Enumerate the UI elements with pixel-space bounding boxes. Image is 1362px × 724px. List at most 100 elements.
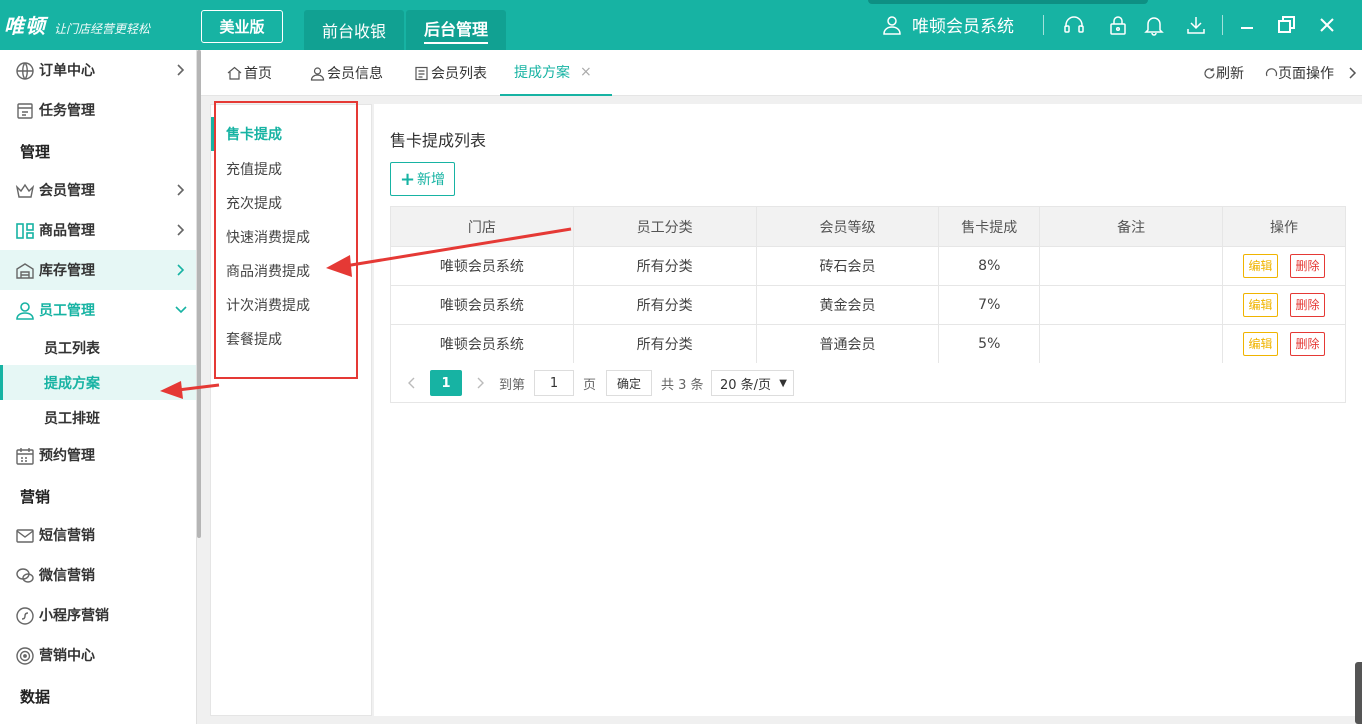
miniprogram-icon [16,607,34,625]
cell-store: 唯顿会员系统 [390,285,574,325]
minimize-icon[interactable] [1236,14,1258,36]
sidebar-item-staff[interactable]: 员工管理 [0,290,196,330]
task-icon [17,103,33,119]
download-icon[interactable] [1185,14,1207,36]
goto-page-input[interactable]: 1 [534,370,574,396]
sidebar-item-appointments[interactable]: 预约管理 [0,435,196,475]
total-count: 共 3 条 [661,377,704,393]
group-title-data: 数据 [20,688,51,706]
add-button-label: 新增 [417,172,446,188]
commission-package[interactable]: 套餐提成 [211,322,371,356]
crown-icon [15,183,35,198]
sidebar-item-wechat[interactable]: 微信营销 [0,555,196,595]
sidebar-item-miniprogram[interactable]: 小程序营销 [0,595,196,635]
calendar-icon [16,448,34,465]
chevron-down-icon [175,306,187,314]
cell-actions: 编辑 删除 [1222,246,1346,286]
sidebar-item-label: 微信营销 [39,568,95,584]
goto-confirm-button[interactable]: 确定 [606,370,652,396]
page-operations-button[interactable]: 页面操作 [1265,50,1334,96]
content-scrollbar[interactable] [1355,662,1362,724]
tab-member-info[interactable]: 会员信息 [310,50,383,96]
add-button[interactable]: + 新增 [390,162,455,196]
system-name: 唯顿会员系统 [912,17,1014,37]
sidebar-sub-label: 提成方案 [44,375,100,392]
page-number-current[interactable]: 1 [430,370,462,396]
sidebar-sub-commission[interactable]: 提成方案 [0,365,196,400]
refresh-button[interactable]: 刷新 [1203,50,1244,96]
tab-member-list[interactable]: 会员列表 [414,50,487,96]
sidebar-item-orders[interactable]: 订单中心 [0,50,196,90]
edit-button[interactable]: 编辑 [1243,293,1278,317]
lock-icon[interactable] [1107,14,1129,36]
commission-recharge[interactable]: 充值提成 [211,152,371,186]
window-shadow [868,0,1148,4]
edit-button[interactable]: 编辑 [1243,332,1278,356]
page-operations-label: 页面操作 [1278,66,1334,82]
commission-quick-consume[interactable]: 快速消费提成 [211,220,371,254]
page-size-select[interactable]: 20 条/页 ▼ [711,370,794,396]
sidebar-item-sms[interactable]: 短信营销 [0,515,196,555]
cell-level: 砖石会员 [755,246,940,286]
delete-button[interactable]: 删除 [1290,332,1325,356]
cell-actions: 编辑 删除 [1222,324,1346,364]
table-row: 唯顿会员系统 所有分类 黄金会员 7% 编辑 删除 [390,285,1346,325]
logo-slogan: 让门店经营更轻松 [54,22,151,36]
cell-category: 所有分类 [572,324,757,364]
sidebar-item-members[interactable]: 会员管理 [0,170,196,210]
commission-card-sale[interactable]: 售卡提成 [211,117,371,151]
caret-down-icon: ▼ [779,377,787,389]
mail-icon [16,529,34,543]
sidebar-item-label: 预约管理 [39,448,95,464]
sidebar-item-label: 短信营销 [39,528,95,544]
close-icon[interactable] [1316,14,1338,36]
nav-backend[interactable]: 后台管理 [406,10,506,50]
cell-level: 黄金会员 [755,285,940,325]
target-icon [16,647,34,665]
commission-count-consume[interactable]: 计次消费提成 [211,288,371,322]
edition-button[interactable]: 美业版 [201,10,283,43]
tab-close-icon[interactable]: × [580,64,592,80]
column-header: 门店 [390,206,574,247]
nav-front-desk[interactable]: 前台收银 [304,10,404,50]
sidebar-item-label: 小程序营销 [39,608,109,624]
headset-icon[interactable] [1063,14,1085,36]
sidebar-item-marketing-center[interactable]: 营销中心 [0,635,196,675]
sidebar-item-inventory[interactable]: 库存管理 [0,250,196,290]
sidebar-item-label: 任务管理 [39,103,95,119]
delete-button[interactable]: 删除 [1290,254,1325,278]
home-icon [227,66,242,80]
refresh-icon [1204,67,1215,79]
sidebar-item-label: 营销中心 [39,648,95,664]
edit-button[interactable]: 编辑 [1243,254,1278,278]
tab-home[interactable]: 首页 [227,50,272,96]
globe-icon [16,62,34,80]
next-page-icon[interactable] [475,370,485,396]
page-size-value: 20 条/页 [720,377,772,393]
cell-actions: 编辑 删除 [1222,285,1346,325]
tab-label: 会员信息 [327,66,383,82]
sidebar-scrollbar[interactable] [197,50,201,538]
prev-page-icon[interactable] [407,370,417,396]
cell-store: 唯顿会员系统 [390,324,574,364]
commission-goods-consume[interactable]: 商品消费提成 [211,254,371,288]
main-panel [374,104,1362,716]
sidebar-item-goods[interactable]: 商品管理 [0,210,196,250]
sidebar-sub-schedule[interactable]: 员工排班 [0,400,196,435]
goto-label: 到第 [499,377,526,393]
delete-button[interactable]: 删除 [1290,293,1325,317]
chevron-right-icon[interactable] [1347,67,1357,79]
cell-rate: 8% [938,246,1041,286]
column-header: 操作 [1222,206,1346,247]
bell-icon[interactable] [1143,14,1165,36]
pagination: 1 到第 1 页 确定 共 3 条 20 条/页 ▼ [390,363,1346,403]
cell-store: 唯顿会员系统 [390,246,574,286]
sidebar-item-tasks[interactable]: 任务管理 [0,90,196,130]
nav-backend-label: 后台管理 [423,16,488,44]
commission-recharge-times[interactable]: 充次提成 [211,186,371,220]
account-menu[interactable]: 唯顿会员系统 [882,12,1014,37]
sidebar-sub-staff-list[interactable]: 员工列表 [0,330,196,365]
cell-category: 所有分类 [572,285,757,325]
tab-commission[interactable]: 提成方案 × [500,50,612,96]
restore-icon[interactable] [1276,14,1298,36]
